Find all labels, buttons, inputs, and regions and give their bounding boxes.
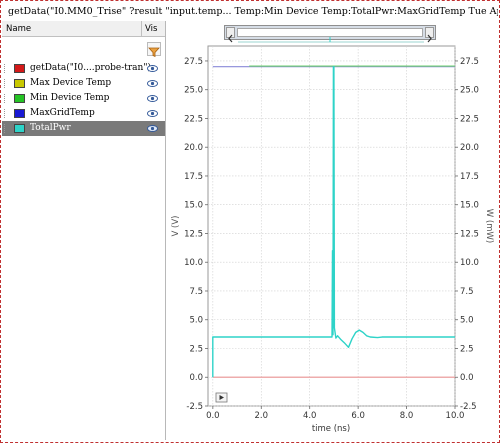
y-tick-label-right: 5.0 <box>460 316 474 326</box>
trace-item[interactable]: Max Device Temp <box>2 76 165 91</box>
trace-label: Min Device Temp <box>30 93 110 103</box>
tree-connector <box>4 64 10 73</box>
y-tick-label-right: 22.5 <box>460 114 479 124</box>
y-tick-label-left: 7.5 <box>189 287 203 297</box>
x-axis-label: time (ns) <box>312 424 350 434</box>
arrow-left-icon <box>228 34 233 43</box>
trace-color-swatch[interactable] <box>14 124 25 133</box>
trace-item[interactable]: MaxGridTemp <box>2 106 165 121</box>
y-tick-label-left: 15.0 <box>184 201 203 211</box>
window-title: getData("I0.MM0_Trise" ?result "input.te… <box>8 6 498 17</box>
trace-label: MaxGridTemp <box>30 108 95 118</box>
y-tick-label-right: 7.5 <box>460 287 474 297</box>
filter-button[interactable] <box>147 42 161 58</box>
trace-label: Max Device Temp <box>30 78 112 88</box>
x-tick-label: 4.0 <box>303 411 317 421</box>
y-tick-label-right: 15.0 <box>460 201 479 211</box>
y-tick-label-left: 20.0 <box>184 143 203 153</box>
tree-connector <box>4 109 10 118</box>
trace-color-swatch[interactable] <box>14 94 25 103</box>
y-tick-label-left: -2.5 <box>186 402 203 412</box>
y-tick-label-left: 22.5 <box>184 114 203 124</box>
eye-icon[interactable] <box>147 80 158 87</box>
waveform-plot[interactable]: 0.0 2.0 4.0 6.0 8.0 10.0 27.5 25.0 22.5 20.0 17.5 1… <box>167 21 498 440</box>
trace-list-header: Name Vis <box>2 21 165 37</box>
y-tick-label-right: 20.0 <box>460 143 479 153</box>
plot-area[interactable] <box>207 45 456 407</box>
trace-color-swatch[interactable] <box>14 64 25 73</box>
waveform-preview-icon <box>238 37 424 43</box>
y-tick-label-left: 0.0 <box>189 373 203 383</box>
x-tick-label: 8.0 <box>400 411 414 421</box>
scroll-right-button[interactable] <box>425 27 434 43</box>
arrow-right-icon <box>427 34 432 43</box>
trace-color-swatch[interactable] <box>14 79 25 88</box>
filter-funnel-icon <box>148 47 160 58</box>
y-tick-label-right: 12.5 <box>460 229 479 239</box>
y-tick-label-right: 27.5 <box>460 57 479 67</box>
trace-item[interactable]: TotalPwr <box>2 121 165 136</box>
trace-color-swatch[interactable] <box>14 109 25 118</box>
tree-connector <box>4 124 10 133</box>
y-axis-label-left: V (V) <box>171 216 181 237</box>
filter-row <box>2 37 165 61</box>
plot-panel: 0.0 2.0 4.0 6.0 8.0 10.0 27.5 25.0 22.5 20.0 17.5 1… <box>167 21 498 440</box>
tree-connector <box>4 94 10 103</box>
y-tick-label-left: 27.5 <box>184 57 203 67</box>
column-header-vis[interactable]: Vis <box>142 21 165 36</box>
y-tick-label-right: 0.0 <box>460 373 474 383</box>
trace-label: TotalPwr <box>30 123 71 133</box>
eye-icon[interactable] <box>147 125 158 132</box>
y-tick-label-right: 2.5 <box>460 344 474 354</box>
y-tick-label-left: 25.0 <box>184 86 203 96</box>
eye-icon[interactable] <box>147 110 158 117</box>
playback-button[interactable] <box>215 392 228 403</box>
trace-list: getData("I0....probe-tran") Max Device Te… <box>2 61 165 136</box>
zoom-scroller[interactable] <box>224 25 436 43</box>
y-tick-label-left: 5.0 <box>189 316 203 326</box>
trace-label: getData("I0....probe-tran") <box>30 63 151 73</box>
trace-item[interactable]: getData("I0....probe-tran") <box>2 61 165 76</box>
trace-panel: Name Vis getData("I0....probe-tran") Max … <box>2 21 166 440</box>
y-tick-label-left: 17.5 <box>184 172 203 182</box>
scroll-left-button[interactable] <box>226 27 235 43</box>
scroll-track[interactable] <box>237 28 424 43</box>
y-tick-label-right: 10.0 <box>460 258 479 268</box>
tree-connector <box>4 79 10 88</box>
x-tick-label: 0.0 <box>206 411 220 421</box>
eye-icon[interactable] <box>147 95 158 102</box>
y-axis-label-right: W (mW) <box>484 209 494 243</box>
eye-icon[interactable] <box>147 65 158 72</box>
column-header-name[interactable]: Name <box>2 21 142 36</box>
x-tick-label: 10.0 <box>446 411 465 421</box>
y-tick-label-left: 10.0 <box>184 258 203 268</box>
y-tick-label-right: 25.0 <box>460 86 479 96</box>
y-tick-label-left: 2.5 <box>189 344 203 354</box>
trace-item[interactable]: Min Device Temp <box>2 91 165 106</box>
y-tick-label-left: 12.5 <box>184 229 203 239</box>
y-tick-label-right: -2.5 <box>460 402 477 412</box>
y-tick-label-right: 17.5 <box>460 172 479 182</box>
x-tick-label: 2.0 <box>255 411 269 421</box>
x-tick-label: 6.0 <box>351 411 365 421</box>
